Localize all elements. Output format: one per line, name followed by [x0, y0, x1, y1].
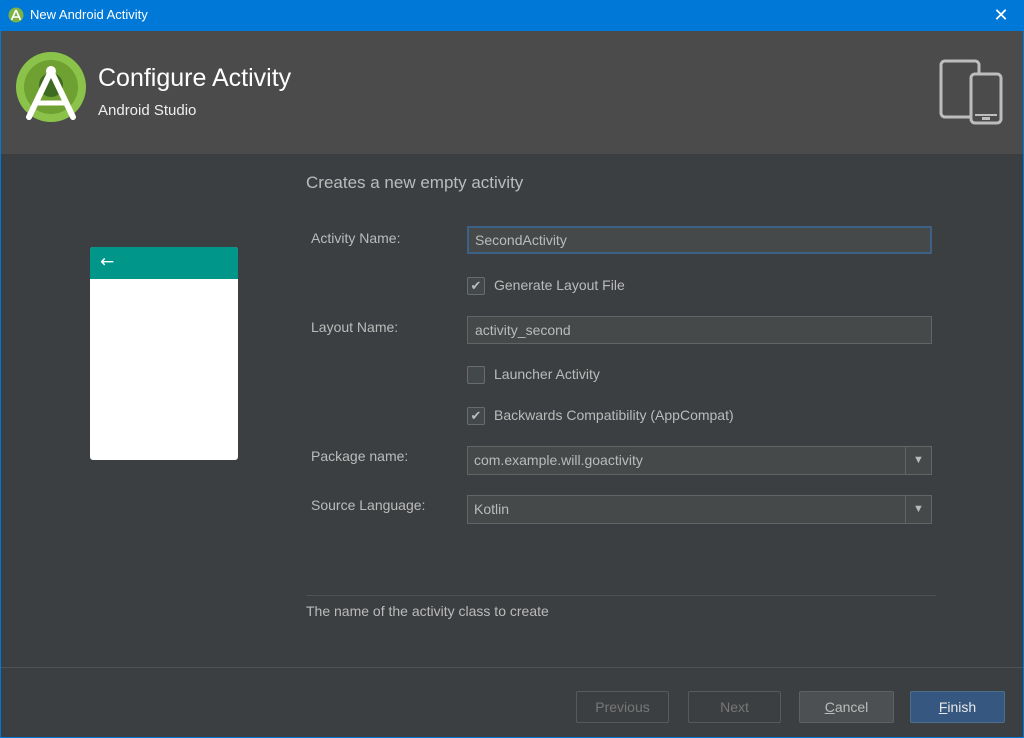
form-heading: Creates a new empty activity	[306, 173, 524, 192]
layout-name-input[interactable]: activity_second	[467, 316, 932, 344]
layout-name-label: Layout Name:	[311, 319, 399, 335]
android-studio-app-icon	[8, 7, 24, 23]
generate-layout-label: Generate Layout File	[494, 277, 625, 293]
backwards-compat-label: Backwards Compatibility (AppCompat)	[494, 407, 734, 423]
package-name-value[interactable]: com.example.will.goactivity	[474, 452, 643, 468]
finish-label: inish	[947, 699, 977, 715]
cancel-button[interactable]: Cancel	[799, 691, 894, 723]
dropdown-arrow-icon[interactable]: ▼	[905, 496, 931, 523]
cancel-mnemonic: C	[824, 699, 835, 715]
finish-button[interactable]: Finish	[910, 691, 1005, 723]
wizard-header: Configure Activity Android Studio	[1, 31, 1023, 154]
checkbox-checked-icon[interactable]: ✔	[467, 277, 485, 295]
source-language-label: Source Language:	[311, 497, 426, 513]
source-language-value[interactable]: Kotlin	[474, 501, 509, 517]
launcher-activity-label: Launcher Activity	[494, 366, 600, 382]
field-hint: The name of the activity class to create	[306, 603, 549, 619]
package-name-combo[interactable]: com.example.will.goactivity ▼	[467, 446, 932, 475]
header-subtitle: Android Studio	[98, 102, 197, 119]
android-studio-logo-icon	[16, 52, 86, 122]
activity-preview: ←	[90, 247, 238, 460]
window-titlebar: New Android Activity ✕	[0, 0, 1024, 31]
checkbox-checked-icon[interactable]: ✔	[467, 407, 485, 425]
hint-divider	[306, 595, 936, 596]
checkbox-unchecked-icon[interactable]	[467, 366, 485, 384]
next-button[interactable]: Next	[688, 691, 781, 723]
activity-name-label: Activity Name:	[311, 230, 401, 246]
previous-button[interactable]: Previous	[576, 691, 669, 723]
back-arrow-icon: ←	[100, 252, 115, 272]
package-name-label: Package name:	[311, 448, 409, 464]
cancel-label: ancel	[834, 699, 869, 715]
dropdown-arrow-icon[interactable]: ▼	[905, 447, 931, 474]
window-title: New Android Activity	[30, 7, 148, 22]
preview-app-bar: ←	[90, 247, 238, 279]
footer-divider	[1, 667, 1023, 668]
devices-icon	[939, 59, 1003, 125]
source-language-select[interactable]: Kotlin ▼	[467, 495, 932, 524]
header-title: Configure Activity	[98, 64, 292, 92]
activity-name-input[interactable]: SecondActivity	[467, 226, 932, 254]
close-icon[interactable]: ✕	[978, 0, 1024, 31]
